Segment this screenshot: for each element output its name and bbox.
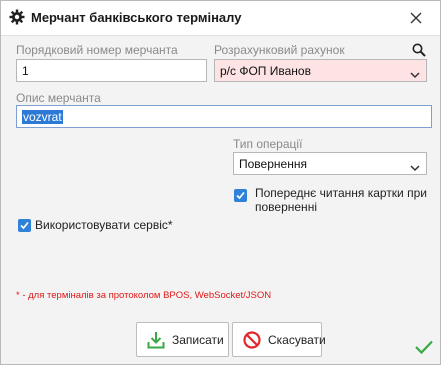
- operation-type-select[interactable]: Повернення: [233, 152, 427, 175]
- merchant-dialog: Мерчант банківського терміналу Порядкови…: [0, 0, 441, 365]
- cancel-label: Скасувати: [268, 332, 326, 347]
- account-select[interactable]: р/с ФОП Иванов: [214, 59, 427, 82]
- cancel-button[interactable]: Скасувати: [232, 322, 326, 357]
- merchant-number-value: 1: [22, 63, 29, 78]
- account-value: р/с ФОП Иванов: [220, 63, 311, 78]
- use-service-label: Використовувати сервіс*: [35, 218, 173, 232]
- use-service-checkbox[interactable]: [18, 219, 31, 232]
- save-label: Записати: [172, 332, 224, 347]
- preread-checkbox[interactable]: [234, 189, 247, 202]
- no-entry-icon: [242, 330, 262, 350]
- checkmark-icon: [414, 339, 434, 355]
- protocol-note: * - для терміналів за протоколом BPOS, W…: [16, 290, 272, 301]
- account-label: Розрахунковий рахунок: [214, 43, 345, 57]
- chevron-down-icon: [410, 161, 420, 172]
- merchant-number-input[interactable]: 1: [16, 59, 207, 82]
- checkmark-icon: [20, 221, 29, 230]
- title-bar: Мерчант банківського терміналу: [1, 1, 440, 36]
- close-icon[interactable]: [407, 9, 425, 27]
- checkmark-icon: [236, 191, 245, 200]
- chevron-down-icon: [410, 68, 420, 79]
- download-icon: [146, 330, 166, 350]
- description-input[interactable]: vozvrat: [16, 105, 432, 128]
- preread-label: Попереднє читання картки при поверненні: [255, 186, 427, 214]
- description-value: vozvrat: [22, 109, 63, 124]
- preread-label-line1: Попереднє читання картки при: [255, 186, 427, 200]
- operation-type-label: Тип операції: [233, 137, 303, 151]
- gear-icon: [9, 9, 25, 25]
- operation-type-value: Повернення: [239, 156, 307, 171]
- window-title: Мерчант банківського терміналу: [31, 10, 242, 25]
- save-button[interactable]: Записати: [136, 322, 229, 357]
- search-icon[interactable]: [411, 42, 427, 58]
- description-label: Опис мерчанта: [16, 91, 101, 105]
- preread-label-line2: поверненні: [255, 200, 317, 214]
- merchant-number-label: Порядковий номер мерчанта: [16, 43, 178, 57]
